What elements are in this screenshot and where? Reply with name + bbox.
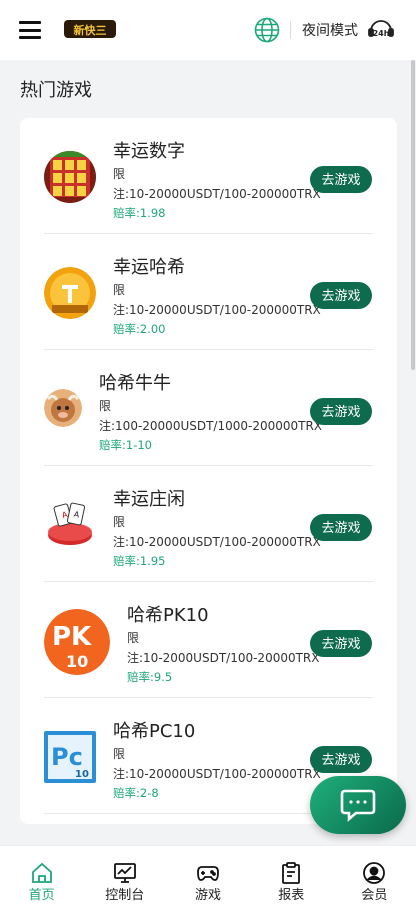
tab-label: 首页 <box>28 888 55 903</box>
game-limit-prefix: 限 <box>113 283 126 297</box>
lucky-baccarat-icon: A A <box>44 499 96 551</box>
lucky-number-icon <box>44 151 96 203</box>
member-icon <box>363 862 386 884</box>
tab-member[interactable]: 会员 <box>333 846 416 915</box>
night-mode-toggle[interactable]: 夜间模式 <box>302 21 358 41</box>
game-info: 幸运庄闲 限 注:10-20000USDT/100-200000TRX 赔率:1… <box>113 488 321 570</box>
game-row[interactable]: 哈希牛牛 限 注:100-20000USDT/1000-200000TRX 赔率… <box>44 350 373 466</box>
play-game-button[interactable]: 去游戏 <box>310 746 372 773</box>
tab-console[interactable]: 控制台 <box>83 846 166 915</box>
header-divider <box>290 21 291 39</box>
game-odds: 赔率:9.5 <box>127 670 173 684</box>
bottom-tab-bar: 首页 控制台 游戏 报表 会员 <box>0 845 416 915</box>
tab-label: 游戏 <box>195 888 222 903</box>
chat-bubble-icon <box>340 789 376 822</box>
globe-icon[interactable] <box>254 17 280 43</box>
section-title: 热门游戏 <box>20 80 92 101</box>
game-limit-prefix: 限 <box>113 167 126 181</box>
game-limit: 注:10-20000USDT/100-200000TRX <box>113 767 321 781</box>
game-odds: 赔率:2-8 <box>113 786 159 800</box>
app-logo[interactable]: 新快三 <box>64 17 116 41</box>
svg-text:10: 10 <box>66 652 88 671</box>
game-odds: 赔率:1.95 <box>113 554 166 568</box>
hash-pk10-icon: PK 10 <box>44 609 110 675</box>
game-odds: 赔率:1.98 <box>113 206 166 220</box>
svg-text:Pc: Pc <box>51 743 83 771</box>
menu-icon[interactable] <box>19 21 41 39</box>
home-icon <box>31 862 52 883</box>
game-info: 哈希牛牛 限 注:100-20000USDT/1000-200000TRX 赔率… <box>99 372 322 454</box>
game-odds: 赔率:2.00 <box>113 322 166 336</box>
svg-text:24h: 24h <box>373 29 390 38</box>
play-game-button[interactable]: 去游戏 <box>310 398 372 425</box>
tab-label: 会员 <box>361 888 388 903</box>
game-name: 幸运哈希 <box>113 257 185 278</box>
svg-text:10: 10 <box>75 769 89 780</box>
game-odds: 赔率:1-10 <box>99 438 152 452</box>
game-name: 哈希牛牛 <box>99 373 171 394</box>
game-limit: 注:10-2000USDT/100-20000TRX <box>127 651 320 665</box>
game-info: 幸运哈希 限 注:10-20000USDT/100-200000TRX 赔率:2… <box>113 256 321 338</box>
game-limit: 注:100-20000USDT/1000-200000TRX <box>99 419 323 433</box>
tab-games[interactable]: 游戏 <box>166 846 249 915</box>
game-info: 幸运数字 限 注:10-20000USDT/100-200000TRX 赔率:1… <box>113 140 321 222</box>
lucky-hash-icon <box>44 267 96 319</box>
hot-games-card: 幸运数字 限 注:10-20000USDT/100-200000TRX 赔率:1… <box>20 118 397 824</box>
gamepad-icon <box>197 866 219 881</box>
svg-text:新快三: 新快三 <box>74 23 107 37</box>
report-icon <box>282 862 301 884</box>
hash-pc10-icon: Pc 10 <box>44 731 96 783</box>
game-name: 哈希PK10 <box>127 605 209 626</box>
game-limit-prefix: 限 <box>113 747 126 761</box>
game-limit: 注:10-20000USDT/100-200000TRX <box>113 535 321 549</box>
customer-service-24h-icon[interactable]: 24h <box>366 14 396 44</box>
play-game-button[interactable]: 去游戏 <box>310 282 372 309</box>
game-limit: 注:10-20000USDT/100-200000TRX <box>113 187 321 201</box>
console-icon <box>113 863 136 883</box>
game-limit-prefix: 限 <box>127 631 140 645</box>
game-name: 幸运数字 <box>113 141 185 162</box>
game-row[interactable]: 幸运数字 限 注:10-20000USDT/100-200000TRX 赔率:1… <box>44 118 373 234</box>
play-game-button[interactable]: 去游戏 <box>310 514 372 541</box>
tab-label: 控制台 <box>105 888 145 903</box>
game-name: 幸运庄闲 <box>113 489 185 510</box>
game-limit-prefix: 限 <box>99 399 112 413</box>
game-info: 哈希PC10 限 注:10-20000USDT/100-200000TRX 赔率… <box>113 720 321 802</box>
game-limit-prefix: 限 <box>113 515 126 529</box>
game-info: 哈希PK10 限 注:10-2000USDT/100-20000TRX 赔率:9… <box>127 604 320 686</box>
tab-label: 报表 <box>278 888 305 903</box>
game-row[interactable]: PK 10 哈希PK10 限 注:10-2000USDT/100-20000TR… <box>44 582 373 698</box>
tab-home[interactable]: 首页 <box>0 846 83 915</box>
hash-niuniu-icon <box>44 389 82 427</box>
top-header: 新快三 夜间模式 24h <box>0 0 416 60</box>
play-game-button[interactable]: 去游戏 <box>310 166 372 193</box>
svg-text:PK: PK <box>52 622 92 652</box>
play-game-button[interactable]: 去游戏 <box>310 630 372 657</box>
game-name: 哈希PC10 <box>113 721 196 742</box>
tab-report[interactable]: 报表 <box>250 846 333 915</box>
game-limit: 注:10-20000USDT/100-200000TRX <box>113 303 321 317</box>
game-row[interactable]: A A 幸运庄闲 限 注:10-20000USDT/100-200000TRX … <box>44 466 373 582</box>
page-scrollbar[interactable] <box>411 60 415 370</box>
game-row[interactable]: 幸运哈希 限 注:10-20000USDT/100-200000TRX 赔率:2… <box>44 234 373 350</box>
chat-button[interactable] <box>310 776 406 834</box>
